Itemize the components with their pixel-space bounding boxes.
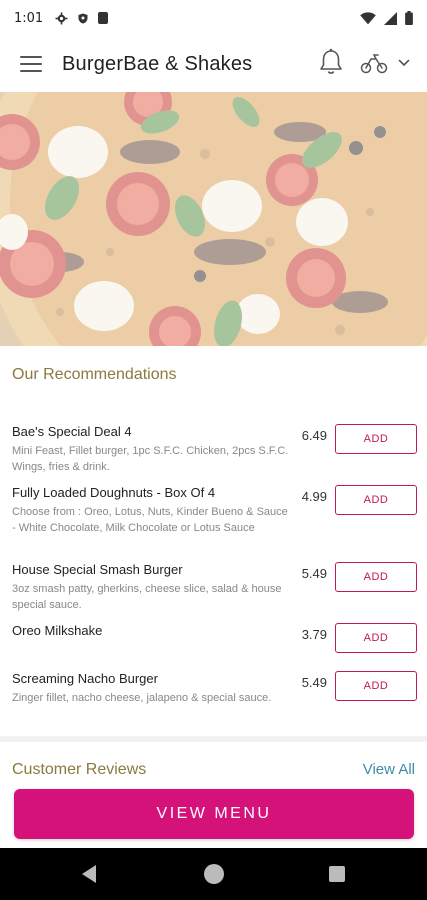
menu-item-name: Bae's Special Deal 4 — [12, 424, 132, 439]
wifi-icon — [360, 11, 376, 24]
scooter-icon[interactable] — [360, 52, 388, 74]
hero-banner-image — [0, 92, 427, 346]
add-button[interactable]: ADD — [335, 485, 417, 515]
menu-item-description: Zinger fillet, nacho cheese, jalapeno & … — [12, 692, 272, 704]
menu-item-price: 4.99 — [301, 489, 327, 504]
chevron-down-icon[interactable] — [398, 58, 410, 68]
menu-item-name: Fully Loaded Doughnuts - Box Of 4 — [12, 485, 216, 500]
menu-item-description: Choose from : Oreo, Lotus, Nuts, Kinder … — [12, 506, 288, 534]
gear-icon — [55, 12, 68, 24]
view-menu-button[interactable]: VIEW MENU — [14, 789, 414, 839]
add-button[interactable]: ADD — [335, 424, 417, 454]
home-icon[interactable] — [204, 864, 224, 884]
status-time: 1:01 — [14, 10, 44, 26]
back-icon[interactable] — [82, 865, 96, 883]
signal-icon — [384, 11, 397, 25]
menu-item-price: 5.49 — [301, 566, 327, 581]
menu-item-name: Oreo Milkshake — [12, 623, 103, 638]
view-all-link[interactable]: View All — [363, 761, 415, 778]
menu-icon[interactable] — [20, 56, 42, 72]
menu-item-description: Mini Feast, Fillet burger, 1pc S.F.C. Ch… — [12, 445, 289, 473]
menu-item-price: 5.49 — [301, 675, 327, 690]
battery-icon — [405, 11, 413, 25]
recommendations-title: Our Recommendations — [12, 366, 177, 383]
shield-icon — [78, 13, 88, 23]
menu-item-price: 3.79 — [301, 627, 327, 642]
menu-item-name: Screaming Nacho Burger — [12, 671, 158, 686]
add-button[interactable]: ADD — [335, 623, 417, 653]
app-title: BurgerBae & Shakes — [62, 52, 253, 75]
sim-card-icon — [98, 12, 109, 24]
bell-icon[interactable] — [318, 48, 344, 76]
navigation-bar — [0, 848, 427, 900]
menu-item-description: 3oz smash patty, gherkins, cheese slice,… — [12, 583, 282, 611]
app-bar: BurgerBae & Shakes — [0, 36, 427, 92]
reviews-title: Customer Reviews — [12, 761, 147, 778]
menu-item-name: House Special Smash Burger — [12, 562, 183, 577]
add-button[interactable]: ADD — [335, 671, 417, 701]
status-bar: 1:01 — [0, 0, 427, 36]
add-button[interactable]: ADD — [335, 562, 417, 592]
menu-item-price: 6.49 — [301, 428, 327, 443]
recent-apps-icon[interactable] — [329, 866, 345, 882]
section-divider — [0, 736, 427, 742]
